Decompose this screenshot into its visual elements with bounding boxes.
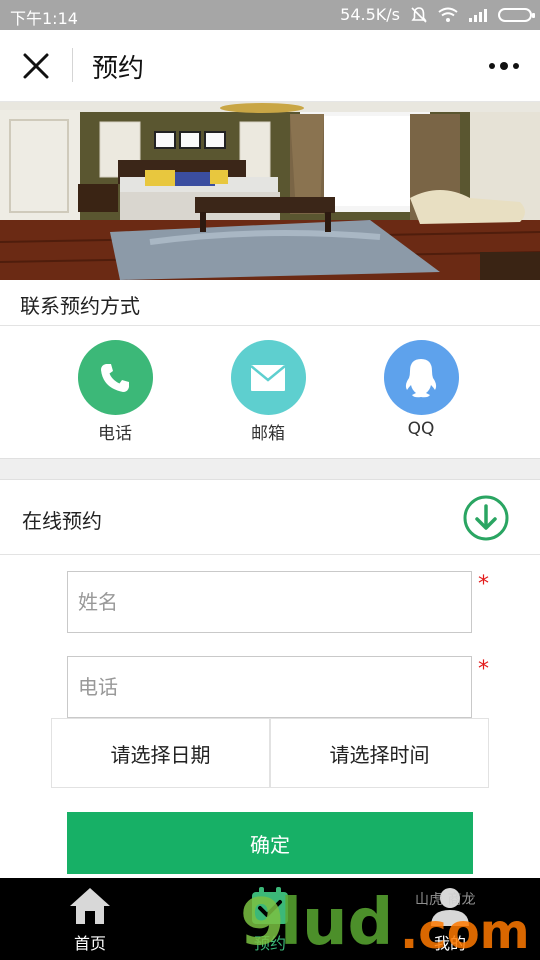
- status-time: 下午1:14: [10, 9, 78, 28]
- bedroom-photo: [0, 102, 540, 280]
- status-bar: 下午1:14 54.5K/s: [0, 0, 540, 30]
- banner-image: [0, 102, 540, 280]
- tab-profile[interactable]: 我的: [390, 878, 510, 960]
- contact-section-title: 联系预约方式: [20, 294, 140, 318]
- time-picker-button[interactable]: 请选择时间: [270, 718, 489, 788]
- date-picker-button[interactable]: 请选择日期: [51, 718, 270, 788]
- name-required-mark: *: [478, 572, 489, 597]
- user-icon: [431, 888, 469, 926]
- status-indicators: 54.5K/s: [340, 5, 535, 24]
- home-icon: [70, 888, 110, 924]
- nav-divider: [72, 48, 73, 82]
- tab-profile-label: 我的: [433, 934, 466, 953]
- network-speed: 54.5K/s: [340, 5, 400, 24]
- phone-input[interactable]: [67, 656, 472, 718]
- phone-icon: [77, 340, 153, 415]
- mute-bell-icon: [411, 6, 427, 23]
- confirm-button-label: 确定: [250, 834, 290, 857]
- tab-booking-label: 预约: [253, 934, 286, 953]
- calendar-check-icon: [252, 887, 288, 924]
- download-circle-icon[interactable]: [462, 494, 510, 542]
- nav-bar: 预约: [0, 30, 540, 102]
- contact-email-button[interactable]: 邮箱: [223, 340, 313, 444]
- mail-icon: [230, 340, 306, 415]
- online-booking-title: 在线预约: [22, 509, 102, 533]
- qq-icon: [383, 340, 459, 415]
- more-options-icon[interactable]: [488, 60, 520, 72]
- time-picker-label: 请选择时间: [329, 742, 430, 767]
- contact-email-label: 邮箱: [251, 424, 285, 444]
- battery-icon: [498, 7, 535, 22]
- online-booking-header[interactable]: 在线预约: [0, 480, 540, 555]
- section-separator: [0, 458, 540, 480]
- date-picker-label: 请选择日期: [110, 742, 211, 767]
- contact-phone-button[interactable]: 电话: [70, 340, 160, 444]
- bottom-tab-bar: 首页 预约 我的: [0, 878, 540, 960]
- tab-home[interactable]: 首页: [30, 878, 150, 960]
- contact-qq-label: QQ: [407, 419, 435, 439]
- page-title: 预约: [92, 54, 145, 84]
- confirm-button[interactable]: 确定: [67, 812, 473, 874]
- close-icon[interactable]: [20, 50, 52, 82]
- name-input[interactable]: [67, 571, 472, 633]
- contact-section-header: 联系预约方式: [0, 280, 540, 326]
- contact-qq-button[interactable]: QQ: [376, 340, 466, 439]
- tab-booking[interactable]: 预约: [210, 878, 330, 960]
- phone-required-mark: *: [478, 657, 489, 682]
- contact-options: 电话 邮箱 QQ: [0, 326, 540, 458]
- tab-home-label: 首页: [73, 934, 106, 953]
- contact-phone-label: 电话: [98, 424, 132, 444]
- signal-icon: [469, 8, 487, 22]
- wifi-icon: [438, 7, 458, 22]
